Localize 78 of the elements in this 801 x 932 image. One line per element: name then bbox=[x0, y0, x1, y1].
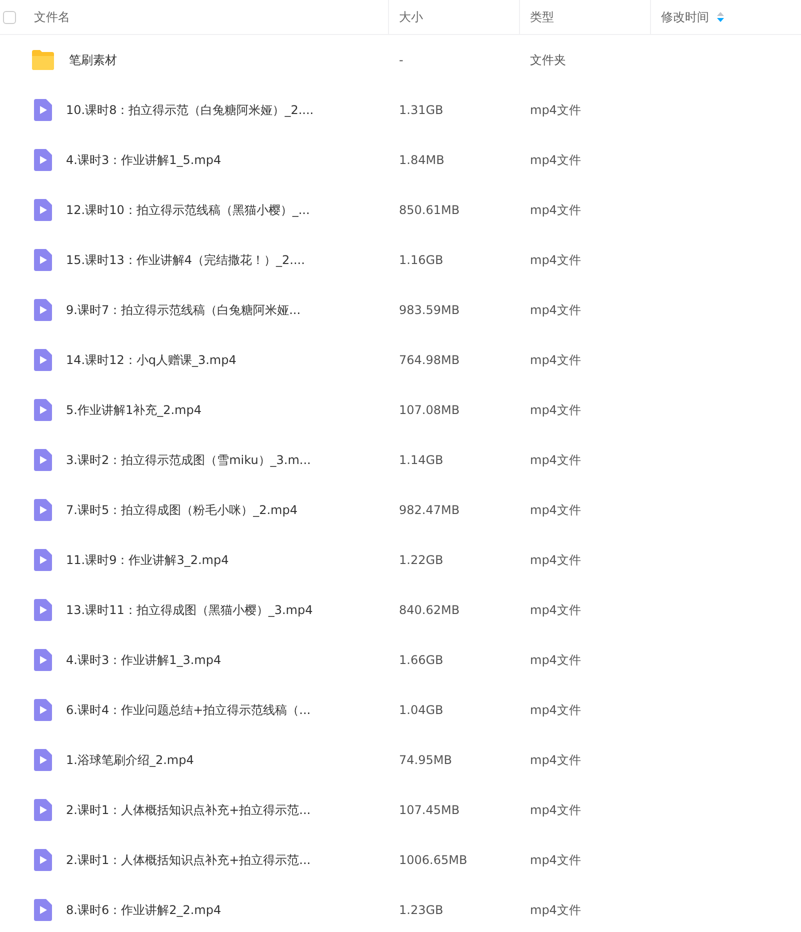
video-file-icon bbox=[34, 149, 52, 171]
file-size: 1.22GB bbox=[399, 553, 444, 567]
video-file-icon bbox=[34, 899, 52, 921]
file-type: mp4文件 bbox=[530, 452, 581, 466]
video-file-icon bbox=[34, 449, 52, 471]
video-file-icon bbox=[34, 399, 52, 421]
sort-icon[interactable] bbox=[717, 12, 724, 22]
video-file-icon bbox=[34, 349, 52, 371]
file-type: mp4文件 bbox=[530, 402, 581, 416]
file-size: 840.62MB bbox=[399, 603, 460, 617]
column-header[interactable]: 修改时间 bbox=[661, 8, 709, 26]
file-type: mp4文件 bbox=[530, 802, 581, 816]
file-size: 1006.65MB bbox=[399, 853, 468, 867]
video-file-icon bbox=[34, 99, 52, 121]
file-name[interactable]: 8.课时6：作业讲解2_2.mp4 bbox=[66, 902, 222, 918]
video-file-icon bbox=[34, 699, 52, 721]
file-name[interactable]: 13.课时11：拍立得成图（黑猫小樱）_3.mp4 bbox=[66, 602, 313, 618]
file-name[interactable]: 15.课时13：作业讲解4（完结撒花！）_2.... bbox=[66, 252, 305, 268]
file-type: mp4文件 bbox=[530, 902, 581, 916]
file-type: mp4文件 bbox=[530, 252, 581, 266]
column-header[interactable]: 文件名 bbox=[34, 8, 70, 26]
file-size: 107.45MB bbox=[399, 803, 460, 817]
file-name[interactable]: 3.课时2：拍立得示范成图（雪miku）_3.m... bbox=[66, 452, 311, 468]
file-size: 764.98MB bbox=[399, 353, 460, 367]
file-name[interactable]: 12.课时10：拍立得示范线稿（黑猫小樱）_... bbox=[66, 202, 310, 218]
file-type: mp4文件 bbox=[530, 702, 581, 716]
file-name[interactable]: 2.课时1：人体概括知识点补充+拍立得示范... bbox=[66, 852, 311, 868]
file-size: 1.04GB bbox=[399, 703, 444, 717]
file-size: 1.14GB bbox=[399, 453, 444, 467]
file-type: mp4文件 bbox=[530, 852, 581, 866]
video-file-icon bbox=[34, 749, 52, 771]
file-name[interactable]: 4.课时3：作业讲解1_3.mp4 bbox=[66, 652, 222, 668]
file-type: mp4文件 bbox=[530, 102, 581, 116]
file-size: 1.31GB bbox=[399, 103, 444, 117]
video-file-icon bbox=[34, 599, 52, 621]
file-name[interactable]: 5.作业讲解1补充_2.mp4 bbox=[66, 402, 202, 418]
file-type: mp4文件 bbox=[530, 302, 581, 316]
folder-icon bbox=[31, 49, 55, 71]
select-all-checkbox[interactable] bbox=[3, 10, 16, 24]
file-type: mp4文件 bbox=[530, 602, 581, 616]
video-file-icon bbox=[34, 849, 52, 871]
file-name[interactable]: 6.课时4：作业问题总结+拍立得示范线稿（... bbox=[66, 702, 311, 718]
file-name[interactable]: 4.课时3：作业讲解1_5.mp4 bbox=[66, 152, 222, 168]
file-type: mp4文件 bbox=[530, 202, 581, 216]
file-size: 1.16GB bbox=[399, 253, 444, 267]
file-type: 文件夹 bbox=[530, 52, 566, 66]
file-size: 1.23GB bbox=[399, 903, 444, 917]
video-file-icon bbox=[34, 199, 52, 221]
file-name[interactable]: 1.浴球笔刷介绍_2.mp4 bbox=[66, 752, 194, 768]
file-type: mp4文件 bbox=[530, 752, 581, 766]
file-type: mp4文件 bbox=[530, 352, 581, 366]
video-file-icon bbox=[34, 549, 52, 571]
file-size: - bbox=[399, 53, 404, 67]
file-name[interactable]: 10.课时8：拍立得示范（白兔糖阿米娅）_2.... bbox=[66, 102, 314, 118]
column-header[interactable]: 大小 bbox=[399, 8, 423, 26]
file-name[interactable]: 2.课时1：人体概括知识点补充+拍立得示范... bbox=[66, 802, 311, 818]
file-size: 74.95MB bbox=[399, 753, 452, 767]
video-file-icon bbox=[34, 499, 52, 521]
video-file-icon bbox=[34, 299, 52, 321]
file-type: mp4文件 bbox=[530, 152, 581, 166]
file-size: 983.59MB bbox=[399, 303, 460, 317]
column-header[interactable]: 类型 bbox=[530, 8, 554, 26]
video-file-icon bbox=[34, 799, 52, 821]
file-type: mp4文件 bbox=[530, 552, 581, 566]
file-size: 107.08MB bbox=[399, 403, 460, 417]
file-name[interactable]: 7.课时5：拍立得成图（粉毛小咪）_2.mp4 bbox=[66, 502, 298, 518]
video-file-icon bbox=[34, 649, 52, 671]
file-size: 1.84MB bbox=[399, 153, 444, 167]
file-size: 850.61MB bbox=[399, 203, 460, 217]
file-name[interactable]: 9.课时7：拍立得示范线稿（白兔糖阿米娅... bbox=[66, 302, 301, 318]
file-name[interactable]: 11.课时9：作业讲解3_2.mp4 bbox=[66, 552, 229, 568]
file-type: mp4文件 bbox=[530, 652, 581, 666]
file-type: mp4文件 bbox=[530, 502, 581, 516]
file-size: 982.47MB bbox=[399, 503, 460, 517]
video-file-icon bbox=[34, 249, 52, 271]
file-size: 1.66GB bbox=[399, 653, 444, 667]
file-name[interactable]: 14.课时12：小q人赠课_3.mp4 bbox=[66, 352, 236, 368]
file-name[interactable]: 笔刷素材 bbox=[69, 52, 117, 68]
